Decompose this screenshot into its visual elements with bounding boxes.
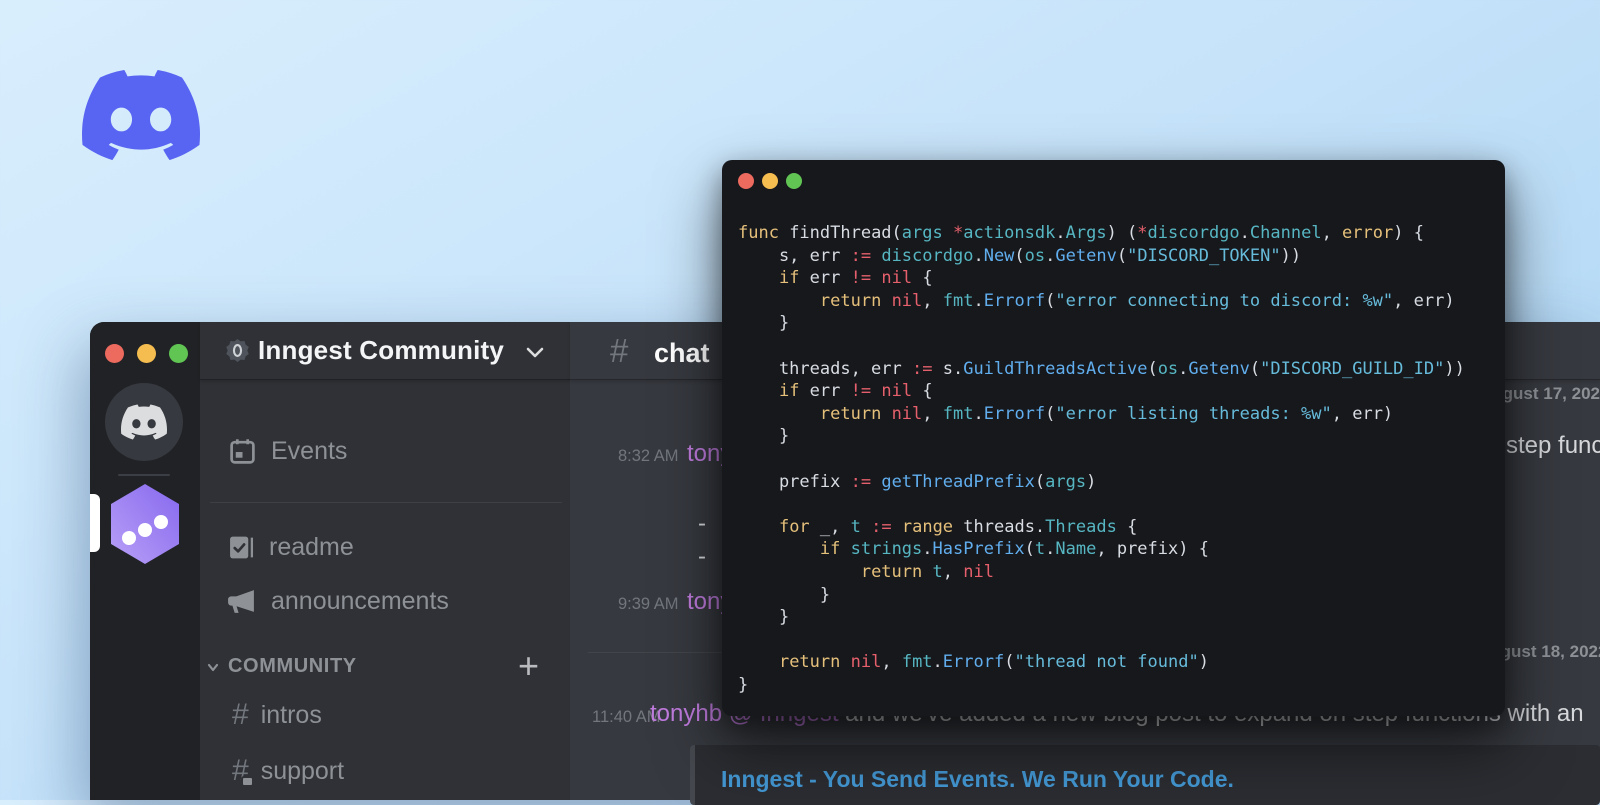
zoom-window-button[interactable] bbox=[786, 173, 802, 189]
hash-icon: # bbox=[610, 332, 629, 369]
code-block: func findThread(args *actionsdk.Args) (*… bbox=[738, 222, 1465, 696]
add-channel-button[interactable]: + bbox=[518, 648, 539, 684]
server-badge-icon bbox=[226, 339, 249, 362]
rail-divider bbox=[118, 474, 170, 476]
minimize-window-button[interactable] bbox=[762, 173, 778, 189]
embed-title-link[interactable]: Inngest - You Send Events. We Run Your C… bbox=[721, 766, 1234, 793]
code-line: for _, t := range threads.Threads { bbox=[778, 516, 1138, 537]
message-timestamp: 8:32 AM bbox=[618, 447, 679, 465]
discord-logo-icon bbox=[82, 56, 200, 174]
code-line: if err != nil { bbox=[778, 268, 933, 289]
megaphone-icon bbox=[226, 587, 257, 616]
hash-icon: # bbox=[232, 698, 249, 731]
selected-server-pill bbox=[90, 494, 100, 552]
minimize-window-button[interactable] bbox=[137, 344, 156, 363]
code-line: return nil, fmt.Errorf("thread not found… bbox=[778, 652, 1209, 673]
code-line: s, err := discordgo.New(os.Getenv("DISCO… bbox=[738, 245, 1302, 266]
readme-icon bbox=[228, 534, 255, 561]
calendar-icon bbox=[228, 437, 257, 466]
sidebar-divider bbox=[210, 502, 562, 503]
code-line: } bbox=[738, 426, 790, 447]
sidebar-item-support[interactable]: # support bbox=[232, 754, 344, 788]
code-line: } bbox=[738, 313, 790, 334]
sidebar-item-events[interactable]: Events bbox=[228, 434, 347, 468]
inngest-server-icon[interactable] bbox=[108, 482, 182, 566]
code-line: return nil, fmt.Errorf("error connecting… bbox=[819, 290, 1455, 311]
hash-bubble-icon: # bbox=[232, 756, 254, 787]
code-line: return nil, fmt.Errorf("error listing th… bbox=[819, 403, 1394, 424]
sidebar-section-community[interactable]: COMMUNITY bbox=[206, 655, 357, 678]
code-line: if err != nil { bbox=[778, 381, 933, 402]
close-window-button[interactable] bbox=[105, 344, 124, 363]
message-timestamp: 9:39 AM bbox=[618, 595, 679, 613]
code-line: if strings.HasPrefix(t.Name, prefix) { bbox=[819, 539, 1209, 560]
channel-sidebar: Inngest Community Events readme announce… bbox=[200, 322, 570, 800]
code-line: prefix := getThreadPrefix(args) bbox=[738, 471, 1097, 492]
code-line: func findThread(args *actionsdk.Args) (*… bbox=[738, 223, 1424, 243]
channel-label: intros bbox=[260, 700, 322, 729]
server-header-dropdown[interactable]: Inngest Community bbox=[200, 322, 570, 380]
section-label: COMMUNITY bbox=[228, 655, 357, 677]
close-window-button[interactable] bbox=[738, 173, 754, 189]
discord-home-button[interactable] bbox=[105, 383, 183, 461]
code-line: return t, nil bbox=[860, 561, 994, 582]
code-editor-window: func findThread(args *actionsdk.Args) (*… bbox=[722, 160, 1505, 716]
sidebar-item-intros[interactable]: # intros bbox=[232, 698, 322, 732]
code-line: } bbox=[738, 674, 749, 695]
zoom-window-button[interactable] bbox=[169, 344, 188, 363]
message-bullet: - bbox=[698, 510, 706, 537]
channel-label: readme bbox=[269, 532, 354, 561]
channel-label: announcements bbox=[271, 586, 449, 615]
message-bullet: - bbox=[698, 543, 706, 570]
message-fragment: step functio bbox=[1506, 432, 1600, 459]
code-line: } bbox=[738, 607, 790, 628]
discord-home-icon bbox=[121, 399, 167, 445]
code-line: threads, err := s.GuildThreadsActive(os.… bbox=[738, 358, 1465, 379]
channel-label: support bbox=[260, 756, 345, 785]
chevron-down-icon bbox=[526, 347, 544, 358]
code-line: } bbox=[738, 584, 831, 605]
channel-title: chat bbox=[654, 338, 710, 368]
link-embed-card: Inngest - You Send Events. We Run Your C… bbox=[690, 745, 1600, 805]
server-name: Inngest Community bbox=[258, 335, 505, 365]
chevron-down-icon bbox=[207, 663, 219, 671]
sidebar-item-announcements[interactable]: announcements bbox=[226, 584, 449, 618]
channel-label: Events bbox=[271, 436, 348, 465]
sidebar-item-readme[interactable]: readme bbox=[228, 530, 354, 564]
